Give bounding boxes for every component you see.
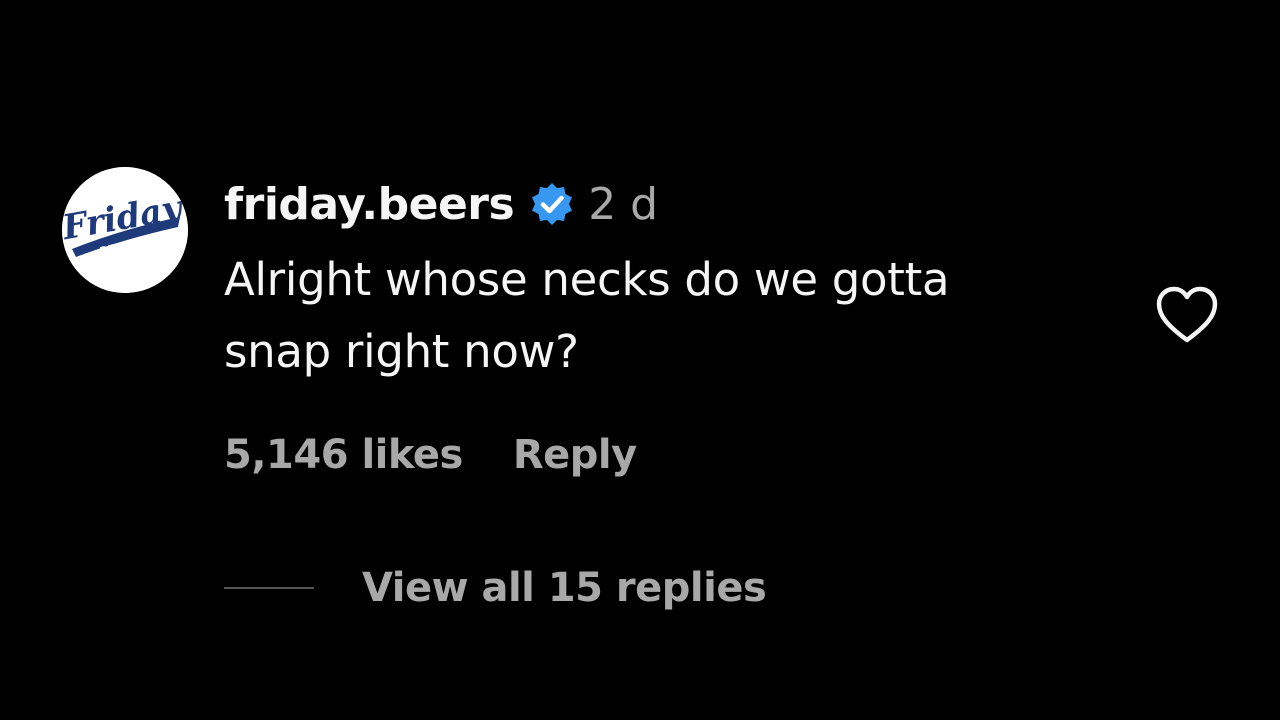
friday-beers-logo: Friday BEERS bbox=[62, 167, 188, 293]
reply-button[interactable]: Reply bbox=[513, 432, 637, 478]
comment-text-line: Alright whose necks do we gotta bbox=[224, 253, 950, 306]
username-link[interactable]: friday.beers bbox=[224, 179, 515, 230]
comment-header: friday.beers 2 d bbox=[224, 176, 658, 232]
verified-badge-icon bbox=[528, 180, 576, 228]
likes-count[interactable]: 5,146 likes bbox=[224, 432, 463, 478]
avatar[interactable]: Friday BEERS bbox=[62, 167, 188, 293]
comment-body: Alright whose necks do we gotta snap rig… bbox=[224, 244, 1104, 388]
view-replies-button[interactable]: View all 15 replies bbox=[362, 565, 767, 611]
timestamp: 2 d bbox=[588, 178, 659, 230]
replies-divider bbox=[224, 587, 314, 589]
comment-item: Friday BEERS friday.beers 2 d Alright wh… bbox=[0, 0, 1280, 720]
view-replies-row[interactable]: View all 15 replies bbox=[224, 560, 767, 616]
comment-text-line: snap right now? bbox=[224, 325, 579, 378]
comment-actions: 5,146 likes Reply bbox=[224, 428, 637, 482]
like-button[interactable] bbox=[1154, 284, 1220, 346]
heart-outline-icon bbox=[1156, 286, 1218, 343]
